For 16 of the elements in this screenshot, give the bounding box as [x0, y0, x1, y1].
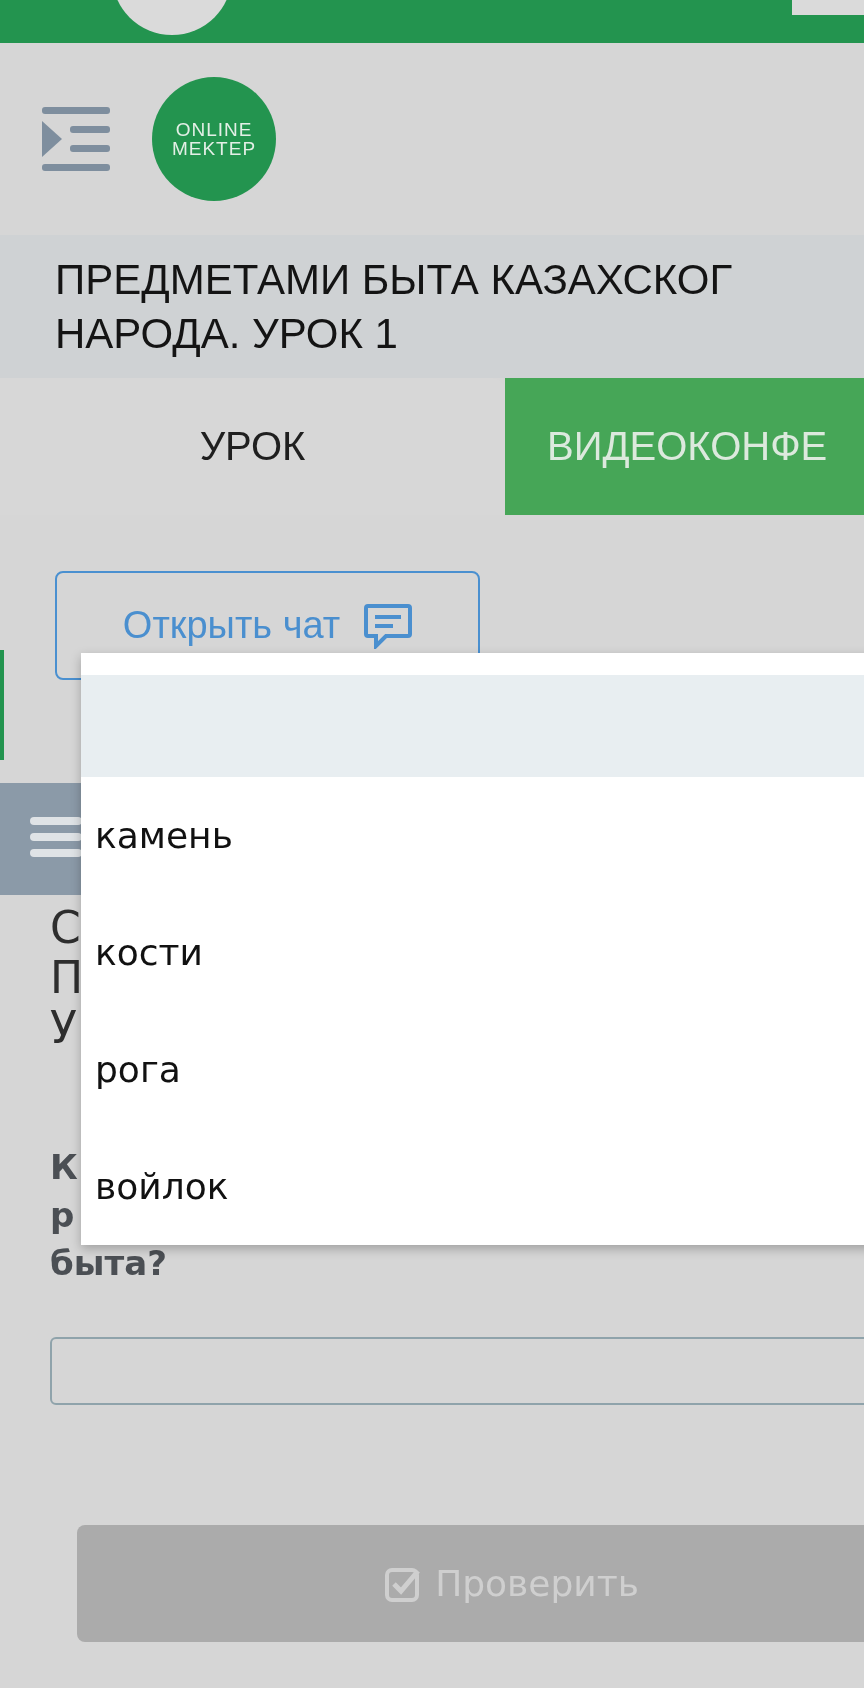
- question-text: р: [50, 1194, 75, 1237]
- sidebar-toggle[interactable]: [0, 783, 81, 895]
- lesson-text: С: [50, 903, 81, 953]
- lesson-title: НАРОДА. УРОК 1: [55, 309, 398, 358]
- chat-icon: [364, 602, 413, 649]
- checkbox-icon: [385, 1565, 422, 1602]
- lesson-title: ПРЕДМЕТАМИ БЫТА КАЗАХСКОГ: [55, 255, 733, 304]
- question-text: К: [50, 1146, 78, 1189]
- question-text: быта?: [50, 1242, 167, 1285]
- logo-text: ONLINE: [175, 120, 253, 139]
- lesson-text: П: [50, 953, 84, 1003]
- answer-field[interactable]: [50, 1337, 864, 1405]
- dropdown-option[interactable]: войлок: [81, 1128, 864, 1245]
- logo-text: MEKTEP: [171, 139, 257, 158]
- lesson-text: У: [50, 1003, 77, 1053]
- menu-icon[interactable]: [42, 107, 110, 171]
